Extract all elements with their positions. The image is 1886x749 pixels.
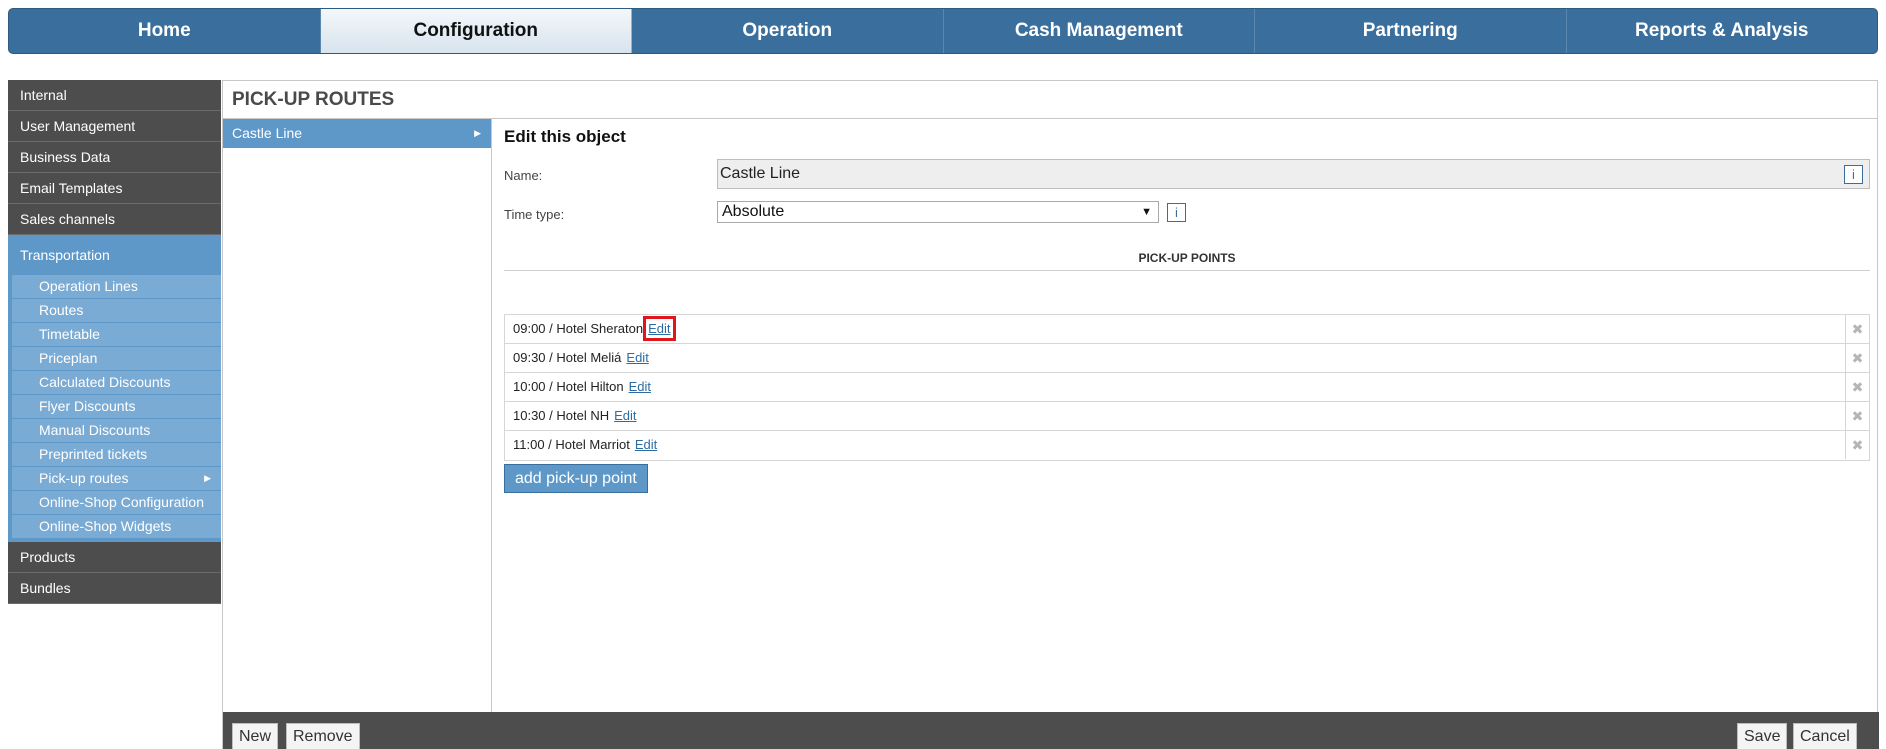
close-icon[interactable]: ✖: [1845, 431, 1869, 459]
edit-link[interactable]: Edit: [626, 350, 648, 365]
sidebar-subitem-label: Timetable: [39, 326, 100, 342]
pick-up-point-text: 09:00 / Hotel Sheraton: [513, 321, 644, 336]
main-panel: PICK-UP ROUTES Castle Line ▶ Edit this o…: [222, 80, 1879, 749]
info-icon[interactable]: i: [1167, 203, 1186, 222]
sidebar-subitem-label: Manual Discounts: [39, 422, 151, 438]
sidebar-subitem-label: Pick-up routes: [39, 470, 129, 486]
name-field[interactable]: Castle Line: [717, 159, 1870, 189]
name-label: Name:: [504, 168, 543, 183]
tab-home[interactable]: Home: [9, 9, 321, 53]
time-type-select[interactable]: Absolute ▼: [717, 201, 1159, 223]
chevron-right-icon: ▶: [474, 128, 481, 138]
sidebar-item-internal[interactable]: Internal: [8, 80, 221, 111]
sidebar-item-business-data[interactable]: Business Data: [8, 142, 221, 173]
close-icon[interactable]: ✖: [1845, 402, 1869, 430]
page-title: PICK-UP ROUTES: [223, 81, 1877, 119]
tab-cash-management[interactable]: Cash Management: [944, 9, 1255, 53]
chevron-right-icon: ▶: [204, 473, 211, 483]
close-icon[interactable]: ✖: [1845, 315, 1869, 343]
sidebar-subitem-routes[interactable]: Routes: [12, 299, 221, 323]
sidebar-subitem-operation-lines[interactable]: Operation Lines: [12, 275, 221, 299]
edit-link[interactable]: Edit: [614, 408, 636, 423]
section-title: PICK-UP POINTS: [1138, 251, 1236, 265]
save-button[interactable]: Save: [1737, 723, 1788, 749]
time-type-value: Absolute: [722, 203, 785, 220]
new-button[interactable]: New: [232, 723, 279, 749]
sidebar-subitem-manual-discounts[interactable]: Manual Discounts: [12, 419, 221, 443]
sidebar-item-user-management[interactable]: User Management: [8, 111, 221, 142]
info-icon[interactable]: i: [1844, 165, 1863, 184]
sidebar-subitem-label: Online-Shop Configuration: [39, 494, 204, 510]
edit-link[interactable]: Edit: [643, 316, 676, 341]
chevron-down-icon: ▼: [1141, 206, 1152, 218]
sidebar-subitem-priceplan[interactable]: Priceplan: [12, 347, 221, 371]
pick-up-point-text: 10:30 / Hotel NH: [513, 408, 610, 423]
pick-up-point-text: 10:00 / Hotel Hilton: [513, 379, 624, 394]
sidebar-subitem-timetable[interactable]: Timetable: [12, 323, 221, 347]
tab-reports-analysis[interactable]: Reports & Analysis: [1567, 9, 1878, 53]
close-icon[interactable]: ✖: [1845, 344, 1869, 372]
sidebar-subitem-online-shop-configuration[interactable]: Online-Shop Configuration: [12, 491, 221, 515]
table-row: 10:00 / Hotel Hilton Edit ✖: [505, 373, 1869, 402]
sidebar-subitem-label: Preprinted tickets: [39, 446, 148, 462]
table-row: 10:30 / Hotel NH Edit ✖: [505, 402, 1869, 431]
edit-heading: Edit this object: [504, 127, 626, 146]
sidebar-subitem-pick-up-routes[interactable]: Pick-up routes ▶: [12, 467, 221, 491]
sidebar-subitem-label: Calculated Discounts: [39, 374, 171, 390]
sidebar-subitem-label: Flyer Discounts: [39, 398, 136, 414]
add-pick-up-point-button[interactable]: add pick-up point: [504, 464, 648, 493]
tab-configuration[interactable]: Configuration: [320, 9, 632, 53]
sidebar-subitem-label: Routes: [39, 302, 84, 318]
object-list: Castle Line ▶: [223, 119, 492, 712]
sidebar-subitem-online-shop-widgets[interactable]: Online-Shop Widgets: [12, 515, 221, 539]
remove-button[interactable]: Remove: [286, 723, 360, 749]
table-row: 09:00 / Hotel Sheraton Edit ✖: [505, 315, 1869, 344]
sidebar-item-email-templates[interactable]: Email Templates: [8, 173, 221, 204]
sidebar-subitem-preprinted-tickets[interactable]: Preprinted tickets: [12, 443, 221, 467]
sidebar-subitem-flyer-discounts[interactable]: Flyer Discounts: [12, 395, 221, 419]
sidebar-item-sales-channels[interactable]: Sales channels: [8, 204, 221, 235]
table-row: 11:00 / Hotel Marriot Edit ✖: [505, 431, 1869, 460]
tab-partnering[interactable]: Partnering: [1255, 9, 1567, 53]
close-icon[interactable]: ✖: [1845, 373, 1869, 401]
sidebar-subitem-label: Priceplan: [39, 350, 98, 366]
list-item[interactable]: Castle Line ▶: [223, 119, 491, 148]
tab-operation[interactable]: Operation: [632, 9, 944, 53]
divider: [504, 270, 1870, 271]
pick-up-point-text: 11:00 / Hotel Marriot: [513, 437, 630, 452]
sidebar-item-bundles[interactable]: Bundles: [8, 573, 221, 604]
top-navigation: Home Configuration Operation Cash Manage…: [8, 8, 1878, 54]
sidebar-subitem-calculated-discounts[interactable]: Calculated Discounts: [12, 371, 221, 395]
sidebar-submenu: Operation Lines Routes Timetable Pricepl…: [8, 275, 221, 542]
pick-up-points-list: 09:00 / Hotel Sheraton Edit ✖ 09:30 / Hot…: [504, 314, 1870, 461]
list-item-label: Castle Line: [232, 125, 303, 141]
footer-toolbar: New Remove Save Cancel: [223, 712, 1879, 749]
sidebar-item-transportation[interactable]: Transportation: [8, 235, 221, 275]
sidebar-item-products[interactable]: Products: [8, 542, 221, 573]
table-row: 09:30 / Hotel Meliá Edit ✖: [505, 344, 1869, 373]
sidebar-subitem-label: Operation Lines: [39, 278, 138, 294]
pick-up-point-text: 09:30 / Hotel Meliá: [513, 350, 622, 365]
time-type-label: Time type:: [504, 207, 565, 222]
edit-form: Edit this object Name: Castle Line i Tim…: [504, 119, 1870, 712]
sidebar-subitem-label: Online-Shop Widgets: [39, 518, 172, 534]
cancel-button[interactable]: Cancel: [1793, 723, 1857, 749]
edit-link[interactable]: Edit: [635, 437, 657, 452]
edit-link[interactable]: Edit: [629, 379, 651, 394]
sidebar: Internal User Management Business Data E…: [8, 80, 221, 604]
